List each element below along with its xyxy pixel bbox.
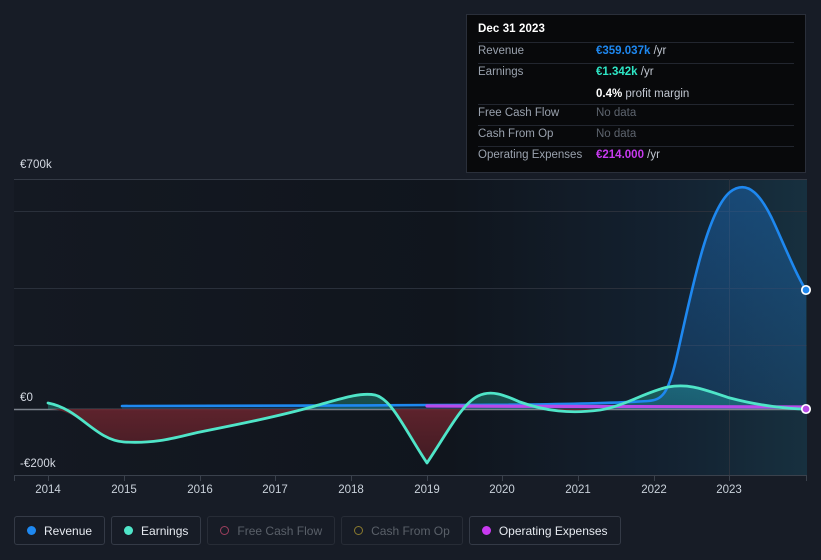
legend-item-label: Cash From Op	[371, 523, 450, 538]
tooltip-row-value: No data	[596, 128, 637, 140]
operating-expenses-endpoint-marker[interactable]	[800, 403, 812, 415]
tooltip-row: Operating Expenses €214.000 /yr	[478, 146, 794, 167]
tooltip-row: Cash From Op No data	[478, 125, 794, 146]
x-axis-tick-label: 2016	[187, 484, 213, 496]
tooltip-row-label: Cash From Op	[478, 128, 554, 140]
x-axis-tick-label: 2014	[35, 484, 61, 496]
legend-item-free-cash-flow[interactable]: Free Cash Flow	[207, 516, 336, 545]
legend-item-earnings[interactable]: Earnings	[111, 516, 202, 545]
tooltip-row-label: Revenue	[478, 45, 525, 57]
legend-color-dot-icon	[481, 526, 491, 535]
financial-chart-widget: €700k €0 -€200k 2014 2015 2016 2017 2018 2019…	[0, 0, 821, 560]
data-tooltip: Dec 31 2023 Revenue €359.037k /yr Earnings…	[466, 14, 806, 173]
legend-item-label: Revenue	[44, 523, 93, 538]
tooltip-row: Revenue €359.037k /yr	[478, 42, 794, 63]
legend-color-dot-icon	[354, 526, 364, 535]
profit-margin-value: 0.4%	[596, 88, 623, 100]
tooltip-row: Free Cash Flow No data	[478, 104, 794, 125]
tooltip-row-label: Operating Expenses	[478, 149, 583, 161]
tooltip-row-value: €214.000 /yr	[596, 149, 660, 161]
legend-item-revenue[interactable]: Revenue	[14, 516, 106, 545]
x-axis-tick-label: 2023	[716, 484, 742, 496]
x-axis-tick-label: 2021	[565, 484, 591, 496]
revenue-endpoint-marker[interactable]	[800, 284, 812, 296]
x-axis-tick-label: 2020	[489, 484, 515, 496]
y-axis-label-bottom: -€200k	[20, 458, 56, 470]
tooltip-row-value: €1.342k /yr	[596, 66, 654, 78]
x-axis-tick-label: 2017	[262, 484, 288, 496]
chart-legend[interactable]: Revenue Earnings Free Cash Flow Cash From O…	[14, 516, 621, 545]
profit-margin-label: profit margin	[622, 88, 690, 100]
tooltip-rows: Revenue €359.037k /yr Earnings €1.342k /yr 0…	[478, 42, 794, 167]
x-axis-labels: 2014 2015 2016 2017 2018 2019 2020 2021 2022 2023	[0, 484, 821, 500]
tooltip-date: Dec 31 2023	[478, 23, 545, 35]
tooltip-profit-margin-row: 0.4% profit margin	[478, 84, 794, 104]
legend-item-label: Free Cash Flow	[237, 523, 323, 538]
tooltip-row-label: Free Cash Flow	[478, 107, 560, 119]
legend-item-label: Operating Expenses	[498, 523, 608, 538]
x-axis-tick-label: 2022	[641, 484, 667, 496]
legend-item-label: Earnings	[141, 523, 189, 538]
legend-color-dot-icon	[27, 526, 36, 535]
y-axis-label-zero: €0	[20, 392, 33, 404]
x-axis-tick-label: 2018	[338, 484, 364, 496]
legend-color-dot-icon	[124, 526, 134, 535]
legend-item-operating-expenses[interactable]: Operating Expenses	[468, 516, 621, 545]
tooltip-row-value: €359.037k /yr	[596, 45, 667, 57]
y-axis-label-top: €700k	[20, 159, 52, 171]
x-axis-tick-label: 2015	[111, 484, 137, 496]
legend-item-cash-from-op[interactable]: Cash From Op	[341, 516, 463, 545]
legend-color-dot-icon	[220, 526, 230, 535]
tooltip-row-value: No data	[596, 107, 637, 119]
x-axis-tick-label: 2019	[414, 484, 440, 496]
tooltip-row-label: Earnings	[478, 66, 524, 78]
tooltip-row: Earnings €1.342k /yr	[478, 63, 794, 84]
